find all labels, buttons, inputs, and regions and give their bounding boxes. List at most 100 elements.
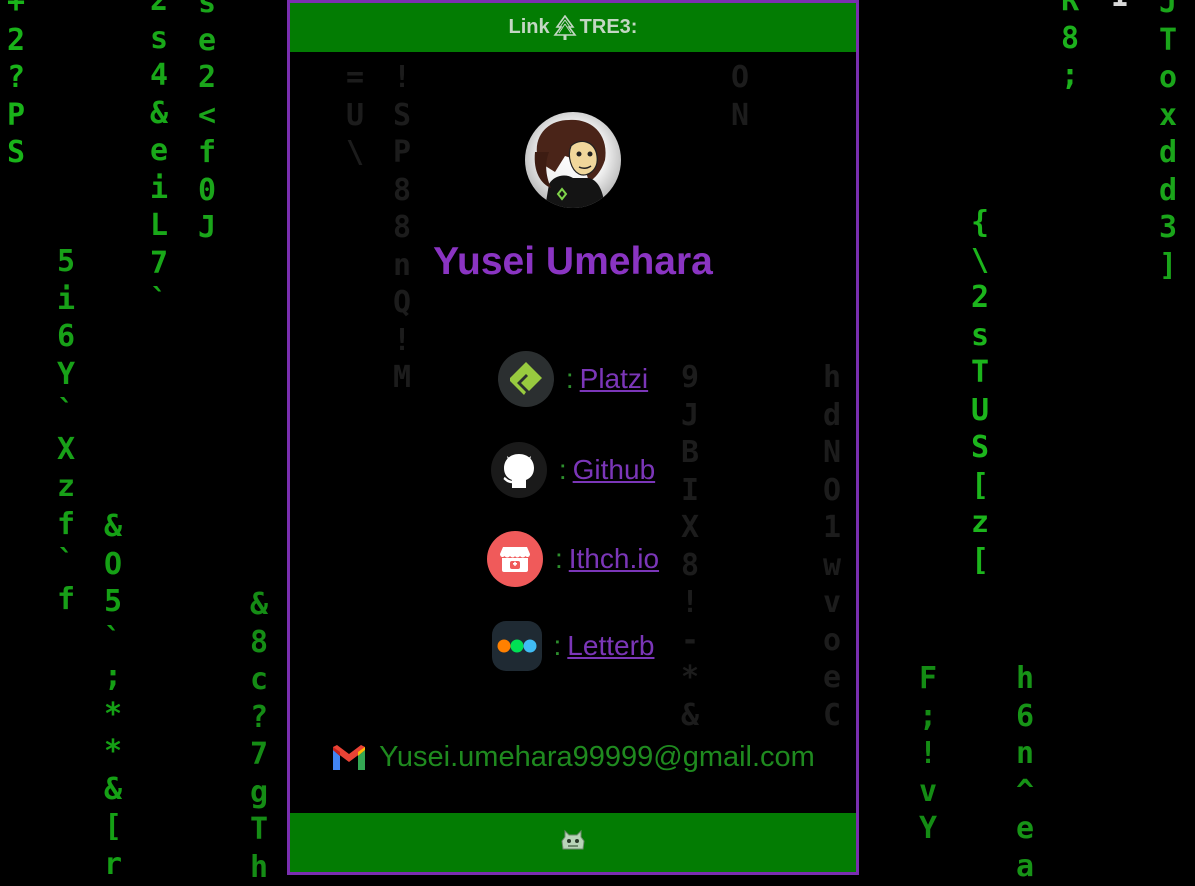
itchio-link[interactable]: Ithch.io — [569, 543, 659, 575]
rain-char: { — [960, 204, 1000, 242]
rain-char: ` — [139, 282, 179, 320]
rain-char: 8 — [239, 624, 279, 662]
rain-char: n — [1005, 735, 1045, 773]
github-link[interactable]: Github — [573, 454, 656, 486]
platzi-icon — [498, 351, 554, 407]
link-row-github: : Github — [290, 442, 856, 498]
ghost-rain-char: v — [812, 584, 852, 622]
rain-char: 2 — [139, 0, 179, 20]
ghost-rain-char: P — [382, 134, 422, 172]
rain-char: h — [1005, 660, 1045, 698]
rain-char: f — [46, 581, 86, 619]
ghost-rain-column: =U\ — [335, 59, 375, 172]
github-icon — [491, 442, 547, 498]
link-row-itchio: : Ithch.io — [290, 531, 856, 587]
ghost-rain-char: 8 — [382, 172, 422, 210]
rain-char: 2 — [960, 279, 1000, 317]
letterboxd-link[interactable]: Letterb — [567, 630, 654, 662]
link-tree-card: =U\!SP88nQ!MON9JBIX8!-*&hdNO1wvoeC Link … — [287, 0, 859, 875]
letterboxd-icon — [492, 621, 542, 671]
rain-char: R — [1050, 0, 1090, 20]
rain-char: e — [187, 22, 227, 60]
rain-column: 5i6Y`Xzf`f — [46, 243, 86, 618]
rain-column: &8c?7gTh — [239, 586, 279, 886]
rain-char: e — [139, 132, 179, 170]
rain-char: a — [1005, 848, 1045, 886]
rain-char: f — [46, 506, 86, 544]
rain-char: 7 — [139, 245, 179, 283]
ghost-rain-char: U — [335, 97, 375, 135]
itchio-icon — [487, 531, 543, 587]
link-row-letterboxd: : Letterb — [290, 621, 856, 671]
rain-char: i — [139, 170, 179, 208]
ghost-rain-char: Q — [382, 284, 422, 322]
rain-char: ` — [46, 543, 86, 581]
rain-char: ] — [1148, 247, 1188, 285]
link-row-platzi: : Platzi — [290, 351, 856, 407]
rain-char: & — [139, 95, 179, 133]
rain-char: 2 — [187, 59, 227, 97]
ghost-rain-char: & — [670, 697, 710, 735]
itchio-separator: : — [555, 543, 563, 575]
ghost-rain-char: = — [335, 59, 375, 97]
rain-char: < — [187, 97, 227, 135]
rain-char: I — [1100, 0, 1140, 16]
rain-char: f — [187, 134, 227, 172]
rain-char: L — [139, 207, 179, 245]
rain-char: z — [46, 468, 86, 506]
rain-char: 7 — [239, 736, 279, 774]
rain-char: g — [239, 774, 279, 812]
rain-char: S — [0, 134, 36, 172]
rain-char: & — [239, 586, 279, 624]
rain-column: se2<f0J — [187, 0, 227, 247]
rain-char: + — [0, 0, 36, 22]
ghost-rain-char: ! — [382, 59, 422, 97]
rain-char: T — [1148, 22, 1188, 60]
rain-char: [ — [93, 808, 133, 846]
rain-char: U — [960, 392, 1000, 430]
rain-char: i — [46, 281, 86, 319]
ghost-rain-char: \ — [335, 134, 375, 172]
platzi-link[interactable]: Platzi — [580, 363, 648, 395]
robot-icon — [559, 827, 587, 858]
rain-char: ` — [46, 393, 86, 431]
rain-column: &O5`;**&[r — [93, 508, 133, 883]
rain-column: I — [1100, 0, 1140, 16]
rain-char: ^ — [1005, 773, 1045, 811]
rain-column: +2?PS — [0, 0, 36, 172]
rain-char: ? — [239, 699, 279, 737]
rain-char: J — [187, 209, 227, 247]
rain-char: O — [93, 546, 133, 584]
rain-char: J — [1148, 0, 1188, 22]
ghost-rain-char: N — [720, 97, 760, 135]
letterboxd-separator: : — [554, 630, 562, 662]
rain-char: \ — [960, 242, 1000, 280]
rain-char: Y — [46, 356, 86, 394]
rain-char: F — [908, 660, 948, 698]
rain-column: R8; — [1050, 0, 1090, 95]
rain-char: x — [1148, 97, 1188, 135]
rain-char: 5 — [46, 243, 86, 281]
email-address[interactable]: Yusei.umehara99999@gmail.com — [379, 741, 815, 774]
ghost-rain-char: C — [812, 697, 852, 735]
rain-char: 4 — [139, 57, 179, 95]
rain-char: 0 — [187, 172, 227, 210]
rain-char: * — [93, 696, 133, 734]
rain-char: r — [93, 846, 133, 884]
ghost-rain-char: ! — [670, 584, 710, 622]
header-title-prefix: Link — [509, 16, 550, 39]
rain-char: T — [960, 354, 1000, 392]
rain-char: v — [908, 773, 948, 811]
rain-char: h — [239, 849, 279, 886]
rain-char: s — [960, 317, 1000, 355]
ghost-rain-column: ON — [720, 59, 760, 134]
rain-char: ! — [908, 735, 948, 773]
ghost-rain-char: O — [720, 59, 760, 97]
card-footer — [290, 813, 856, 872]
rain-char: & — [93, 508, 133, 546]
rain-char: 2 — [0, 22, 36, 60]
rain-char: ; — [908, 698, 948, 736]
rain-char: 5 — [93, 583, 133, 621]
tree-icon — [553, 15, 577, 41]
ghost-rain-char: S — [382, 97, 422, 135]
